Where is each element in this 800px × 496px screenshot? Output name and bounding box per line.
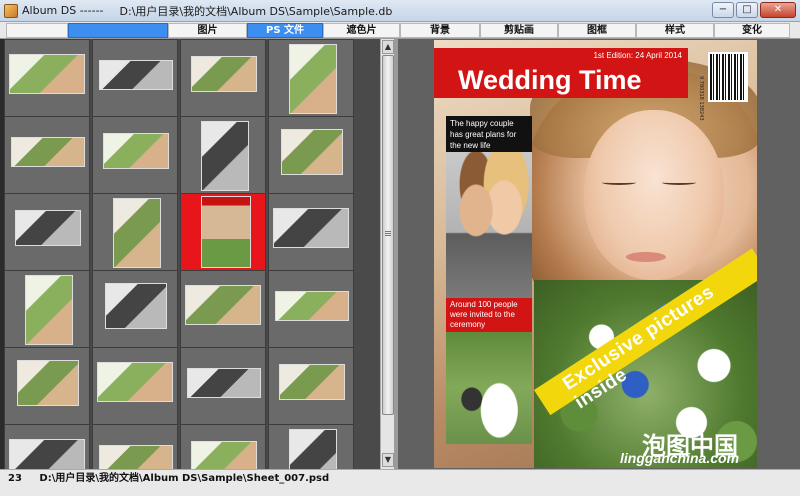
teaser-box: The happy couple has great plans for the…: [446, 116, 532, 152]
close-button[interactable]: ✕: [760, 2, 796, 18]
couple-photo: [446, 152, 532, 298]
layout-thumbnail: [201, 121, 249, 191]
guests-text: Around 100 people were invited to the ce…: [450, 300, 518, 329]
status-index: 23: [8, 473, 22, 484]
tab-variations[interactable]: 变化: [714, 23, 790, 38]
thumbnail-cell[interactable]: [180, 193, 266, 271]
eye-left: [602, 180, 636, 185]
thumbnail-cell[interactable]: [92, 347, 178, 425]
layout-thumbnail: [99, 445, 173, 469]
tab-bar: 图片 PS 文件 遮色片 背景 剪贴画 图框 样式 变化: [0, 22, 800, 39]
site-watermark: 泡图中国 lingganchina.com: [612, 426, 798, 468]
lips: [626, 252, 666, 262]
cover-headline: Wedding Time: [458, 65, 642, 95]
thumbnail-cell[interactable]: [4, 347, 90, 425]
tab-highlight: [68, 23, 168, 38]
layout-thumbnail: [9, 439, 85, 469]
thumbnail-cell[interactable]: [180, 116, 266, 194]
app-icon: [4, 3, 18, 18]
guests-band: Around 100 people were invited to the ce…: [446, 298, 532, 332]
thumbnail-cell[interactable]: [4, 193, 90, 271]
layout-thumbnail: [191, 441, 257, 469]
layout-thumbnail: [113, 198, 161, 268]
layout-thumbnail: [275, 291, 349, 321]
minimize-button[interactable]: −: [712, 2, 734, 18]
tab-backgrounds[interactable]: 背景: [400, 23, 480, 38]
scroll-up-icon[interactable]: ▲: [382, 40, 394, 54]
layout-thumbnail: [99, 60, 173, 90]
thumbnail-cell[interactable]: [92, 270, 178, 348]
layout-thumbnail: [105, 283, 167, 329]
tab-styles[interactable]: 样式: [636, 23, 714, 38]
tab-masks[interactable]: 遮色片: [323, 23, 400, 38]
tab-spacer: [6, 23, 68, 38]
barcode: [708, 52, 748, 102]
layout-thumbnail: [187, 368, 261, 398]
thumbnail-cell[interactable]: [4, 39, 90, 117]
layout-thumbnail: [11, 137, 85, 167]
thumbnail-cell[interactable]: [92, 39, 178, 117]
app-name: Album DS ------: [22, 4, 104, 17]
thumbnail-cell[interactable]: [268, 39, 354, 117]
layout-thumbnail: [201, 196, 251, 268]
layout-thumbnail: [15, 210, 81, 246]
thumbnail-cell[interactable]: [180, 347, 266, 425]
thumbnail-cell[interactable]: [180, 39, 266, 117]
layout-thumbnail: [279, 364, 345, 400]
tab-ps-files[interactable]: PS 文件: [247, 23, 323, 38]
tab-clipart[interactable]: 剪贴画: [480, 23, 558, 38]
headline-band: 1st Edition: 24 April 2014 Wedding Time: [434, 48, 688, 98]
tab-images[interactable]: 图片: [168, 23, 247, 38]
grid-scrollbar[interactable]: ▲ ▼: [380, 39, 394, 469]
thumbnail-cell[interactable]: [92, 424, 178, 469]
thumbnail-cell[interactable]: [4, 270, 90, 348]
thumbnail-cell[interactable]: [4, 424, 90, 469]
status-path: D:\用户目录\我的文档\Album DS\Sample\Sheet_007.p…: [39, 473, 330, 484]
thumbnail-cell[interactable]: [268, 347, 354, 425]
layout-thumbnail: [185, 285, 261, 325]
thumbnail-cell[interactable]: [180, 424, 266, 469]
layout-thumbnail: [289, 429, 337, 469]
maximize-button[interactable]: □: [736, 2, 758, 18]
layout-thumbnail: [97, 362, 173, 402]
layout-thumbnail: [103, 133, 169, 169]
layout-thumbnail: [9, 54, 85, 94]
edition-label: 1st Edition: 24 April 2014: [593, 51, 682, 60]
layout-thumbnail: [281, 129, 343, 175]
layout-thumbnail: [25, 275, 73, 345]
ceremony-photo: [446, 332, 532, 444]
thumbnail-cell[interactable]: [92, 116, 178, 194]
tab-frames[interactable]: 图框: [558, 23, 636, 38]
scroll-down-icon[interactable]: ▼: [382, 453, 394, 467]
db-path: D:\用户目录\我的文档\Album DS\Sample\Sample.db: [119, 4, 393, 18]
layout-thumbnail: [17, 360, 79, 406]
thumbnail-cell[interactable]: [268, 424, 354, 469]
status-bar: 23 D:\用户目录\我的文档\Album DS\Sample\Sheet_00…: [0, 469, 800, 496]
barcode-number: 9 780318 138243: [698, 76, 704, 121]
thumbnail-cell[interactable]: [92, 193, 178, 271]
layout-thumbnail: [273, 208, 349, 248]
teaser-text: The happy couple has great plans for the…: [450, 119, 517, 150]
magazine-cover-preview: 1st Edition: 24 April 2014 Wedding Time …: [434, 40, 757, 468]
thumbnail-cell[interactable]: [180, 270, 266, 348]
thumbnail-cell[interactable]: [4, 116, 90, 194]
eye-right: [662, 180, 696, 185]
watermark-site: lingganchina.com: [620, 450, 740, 466]
layout-thumbnail: [191, 56, 257, 92]
title-bar: Album DS ------ D:\用户目录\我的文档\Album DS\Sa…: [0, 0, 800, 22]
thumbnail-grid: [4, 39, 380, 469]
thumbnail-cell[interactable]: [268, 270, 354, 348]
thumbnail-cell[interactable]: [268, 116, 354, 194]
scroll-thumb[interactable]: [382, 55, 394, 415]
thumbnail-cell[interactable]: [268, 193, 354, 271]
layout-thumbnail: [289, 44, 337, 114]
